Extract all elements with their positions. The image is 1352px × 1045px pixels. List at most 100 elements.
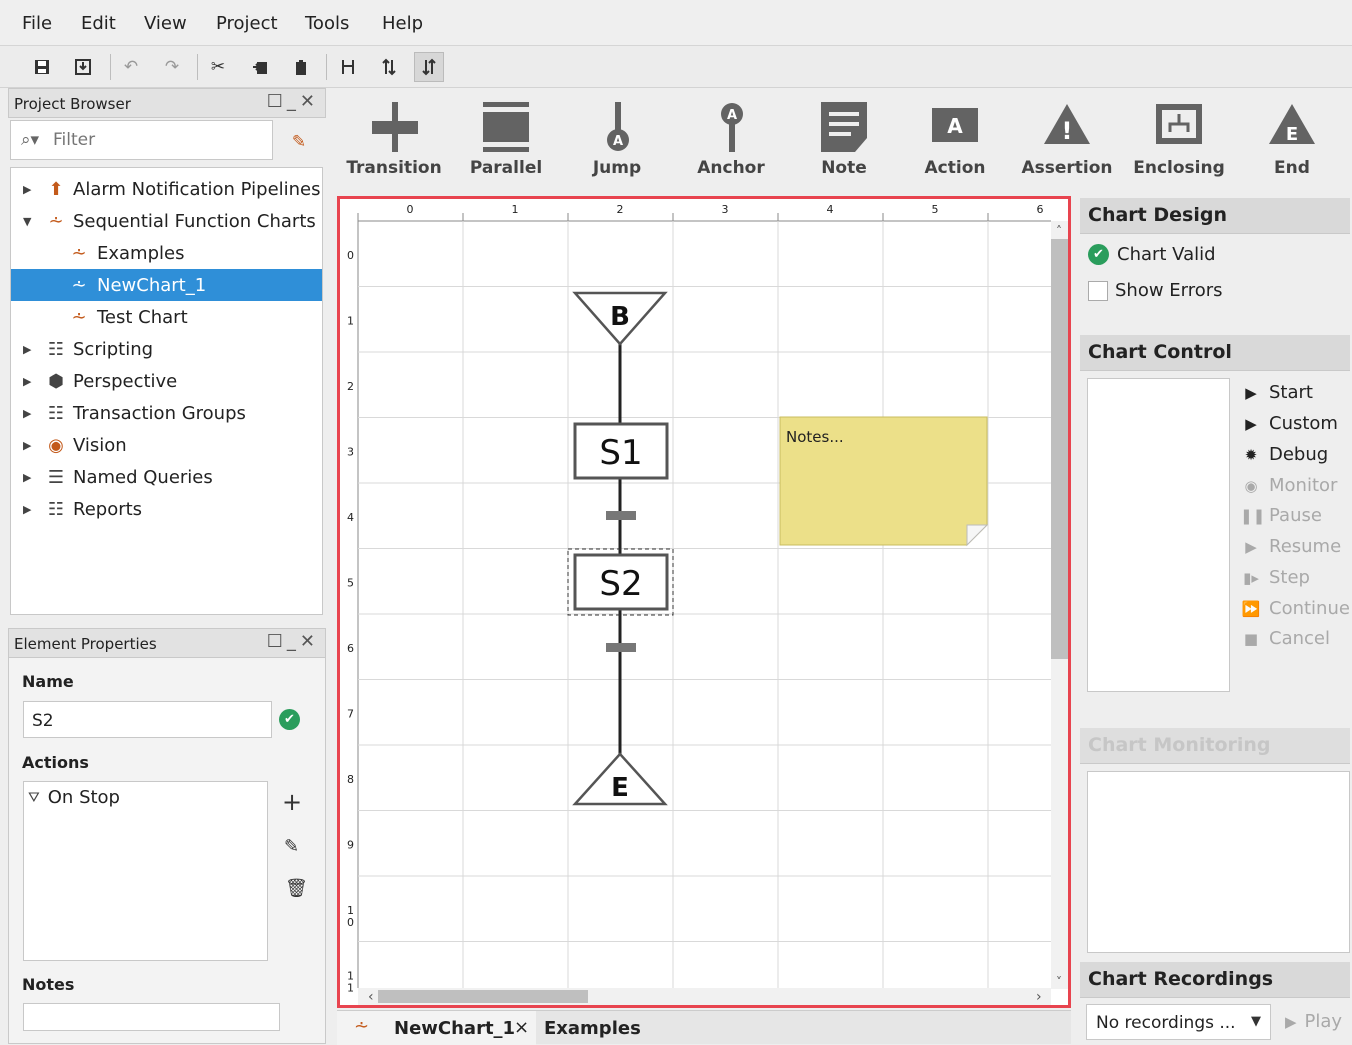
pause-button[interactable]: ❚❚ Pause <box>1240 505 1322 526</box>
step-button[interactable]: ▮▸ Step <box>1240 567 1310 588</box>
resume-button[interactable]: ▶ Resume <box>1240 536 1341 557</box>
link-editor-icon[interactable]: ✎ <box>286 129 312 155</box>
align-icon[interactable] <box>333 52 363 82</box>
column-label: 3 <box>722 203 729 216</box>
start-icon: ▶︎ <box>1245 383 1257 402</box>
palette-end[interactable]: E End <box>1237 98 1347 188</box>
row-label: 5 <box>347 577 354 590</box>
palette-assertion[interactable]: ! Assertion <box>1012 98 1122 188</box>
tree-item-transaction-groups[interactable]: ▶ ☷ Transaction Groups <box>11 397 322 429</box>
element-properties-panel: Name S2 ✔ Actions ⛛ On Stop + ✎ 🗑 Notes <box>8 658 326 1044</box>
chart-canvas[interactable]: 0123456 01234567891011 B S1 S2 E Notes..… <box>340 199 1068 1005</box>
column-label: 2 <box>617 203 624 216</box>
palette-enclosing[interactable]: Enclosing <box>1124 98 1234 188</box>
svg-text:˄: ˄ <box>1056 224 1062 238</box>
filter-field[interactable]: ⌕▾ <box>10 120 273 160</box>
vertical-scrollbar[interactable]: ˄ ˅ <box>1051 221 1068 989</box>
note-icon <box>821 102 867 152</box>
cut-icon[interactable]: ✂ <box>203 52 233 82</box>
palette-action[interactable]: A Action <box>900 98 1010 188</box>
svg-text:B: B <box>610 302 630 332</box>
tree-item-test-chart[interactable]: ⩪ Test Chart <box>11 301 322 333</box>
edit-action-icon[interactable]: ✎ <box>284 836 299 857</box>
vision-icon: ◉ <box>48 434 64 456</box>
tree-item-alarm-pipelines[interactable]: ▶ ⬆ Alarm Notification Pipelines <box>11 173 322 205</box>
name-field[interactable]: S2 <box>23 701 272 738</box>
menu-edit[interactable]: Edit <box>81 13 116 34</box>
palette-jump[interactable]: A Jump <box>562 98 672 188</box>
tree-item-perspective[interactable]: ▶ ⬢ Perspective <box>11 365 322 397</box>
add-action-icon[interactable]: + <box>282 788 302 816</box>
alarm-pipeline-icon: ⬆ <box>48 178 64 200</box>
anchor-icon: A <box>721 103 743 152</box>
chart-instance-list[interactable] <box>1087 378 1230 692</box>
note-element[interactable]: Notes... <box>779 416 989 547</box>
project-browser-header: Project Browser ☐_✕ <box>8 88 326 118</box>
sfc-chart-icon: ⩪ <box>354 1016 370 1037</box>
notes-field[interactable] <box>23 1003 280 1031</box>
play-icon: ▶ <box>1285 1012 1297 1031</box>
transition-1[interactable] <box>606 511 636 520</box>
debug-button[interactable]: ✹ Debug <box>1240 444 1329 465</box>
tree-item-named-queries[interactable]: ▶ ☰ Named Queries <box>11 461 322 493</box>
step-s2[interactable]: S2 <box>573 553 669 611</box>
toolbar: ↶ ↷ ✂ <box>0 46 1352 88</box>
horizontal-scrollbar[interactable]: ‹ › <box>358 988 1051 1005</box>
menu-view[interactable]: View <box>144 13 187 34</box>
palette-parallel[interactable]: Parallel <box>451 98 561 188</box>
continue-button[interactable]: ⏩ Continue <box>1240 598 1350 619</box>
notes-label: Notes <box>22 975 75 994</box>
row-label: 1 <box>347 315 354 328</box>
tree-item-newchart-1[interactable]: ⩪ NewChart_1 <box>11 269 322 301</box>
column-label: 6 <box>1037 203 1044 216</box>
start-button[interactable]: ▶︎ Start <box>1240 382 1313 403</box>
action-icon: A <box>932 108 978 142</box>
save-all-icon[interactable] <box>68 52 98 82</box>
perspective-icon: ⬢ <box>48 370 64 392</box>
paste-icon[interactable] <box>286 52 316 82</box>
cancel-button[interactable]: ■ Cancel <box>1240 628 1330 649</box>
undo-icon[interactable]: ↶ <box>116 52 146 82</box>
tab-newchart-1[interactable]: ⩪ NewChart_1 × <box>337 1011 536 1045</box>
palette-transition[interactable]: Transition <box>339 98 449 188</box>
tree-item-reports[interactable]: ▶ ☷ Reports <box>11 493 322 525</box>
panel-window-controls[interactable]: ☐_✕ <box>267 91 319 112</box>
tab-examples[interactable]: Examples <box>544 1011 664 1045</box>
list-item[interactable]: ⛛ On Stop <box>28 787 120 808</box>
element-properties-header: Element Properties ☐_✕ <box>8 628 326 658</box>
actions-label: Actions <box>22 753 89 772</box>
panel-window-controls[interactable]: ☐_✕ <box>267 631 319 652</box>
swap-icon[interactable] <box>374 52 404 82</box>
tree-item-vision[interactable]: ▶ ◉ Vision <box>11 429 322 461</box>
menu-help[interactable]: Help <box>382 13 423 34</box>
palette-anchor[interactable]: A Anchor <box>676 98 786 188</box>
search-icon: ⌕▾ <box>21 130 40 150</box>
tree-item-sfc[interactable]: ▼ ⩪ Sequential Function Charts <box>11 205 322 237</box>
tree-item-scripting[interactable]: ▶ ☷ Scripting <box>11 333 322 365</box>
svg-text:E: E <box>611 773 629 803</box>
monitor-button[interactable]: ◉ Monitor <box>1240 475 1337 496</box>
flow-toggle-icon[interactable] <box>414 52 444 82</box>
actions-list[interactable]: ⛛ On Stop <box>23 781 268 961</box>
show-errors-checkbox[interactable]: Show Errors <box>1088 280 1223 301</box>
delete-action-icon[interactable]: 🗑 <box>285 878 308 899</box>
tree-item-examples[interactable]: ⩪ Examples <box>11 237 322 269</box>
save-icon[interactable] <box>27 52 57 82</box>
column-label: 1 <box>512 203 519 216</box>
recordings-select[interactable]: No recordings ... ▼ <box>1086 1004 1271 1040</box>
menu-file[interactable]: File <box>22 13 52 34</box>
palette-note[interactable]: Note <box>789 98 899 188</box>
close-tab-icon[interactable]: × <box>514 1017 529 1038</box>
transition-2[interactable] <box>606 643 636 652</box>
redo-icon[interactable]: ↷ <box>157 52 187 82</box>
name-label: Name <box>22 672 74 691</box>
checkbox[interactable] <box>1088 280 1108 301</box>
valid-check-icon: ✔ <box>1088 244 1109 265</box>
custom-button[interactable]: ▶︎ Custom <box>1240 413 1338 434</box>
menu-tools[interactable]: Tools <box>305 13 349 34</box>
copy-icon[interactable] <box>245 52 275 82</box>
filter-input[interactable] <box>53 127 263 153</box>
play-button[interactable]: ▶ Play <box>1285 1011 1342 1032</box>
menu-project[interactable]: Project <box>216 13 278 34</box>
step-s1[interactable]: S1 <box>573 422 669 480</box>
